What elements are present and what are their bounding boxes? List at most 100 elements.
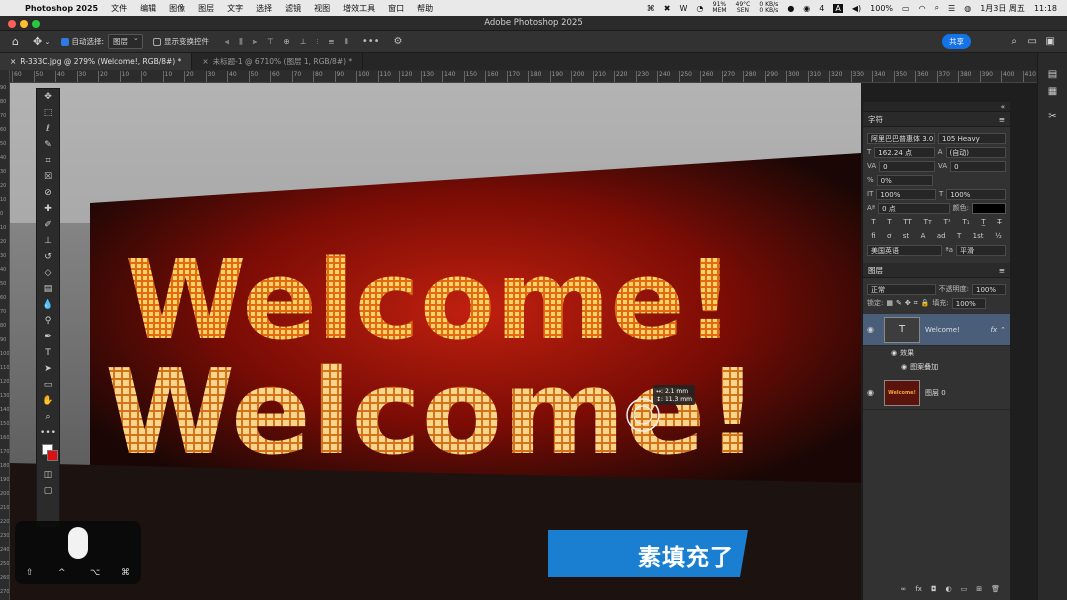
eraser-icon[interactable]: ◇ (37, 265, 59, 281)
frame-tool-icon[interactable]: ☒ (37, 169, 59, 185)
superscript-icon[interactable]: T¹ (944, 218, 951, 226)
path-select-icon[interactable]: ➤ (37, 361, 59, 377)
battery-icon[interactable]: ▭ (902, 4, 910, 13)
titling-icon[interactable]: ad (937, 232, 946, 240)
folder-icon[interactable]: ▭ (961, 585, 968, 593)
brush-tool-icon[interactable]: ✐ (37, 217, 59, 233)
faux-italic-icon[interactable]: T (887, 218, 891, 226)
share-button[interactable]: 共享 (942, 34, 971, 49)
close-icon[interactable]: × (10, 57, 16, 66)
home-icon[interactable]: ⌂ (12, 35, 19, 48)
adjustment-icon[interactable]: ◐ (946, 585, 952, 593)
layer-name[interactable]: 图层 0 (925, 388, 946, 398)
control-center-icon[interactable]: ☰ (948, 4, 955, 13)
layer-row-welcome[interactable]: ◉ T Welcome! fx ⌃ (863, 314, 1010, 346)
menu-file[interactable]: 文件 (111, 3, 127, 14)
tsume-field[interactable]: 0% (876, 174, 933, 186)
layer-row-background[interactable]: ◉ Welcome! 图层 0 (863, 376, 1010, 410)
subscript-icon[interactable]: T₁ (962, 218, 969, 226)
volume-icon[interactable]: ◀) (852, 4, 861, 13)
search-icon[interactable]: ⌕ (935, 3, 939, 13)
more-options-icon[interactable]: ••• (362, 36, 380, 47)
align-right-icon[interactable]: ⫸ (253, 37, 257, 47)
ligature-icon[interactable]: fi (871, 232, 875, 240)
distribute-icon[interactable]: ⫶ (316, 37, 318, 47)
character-panel-header[interactable]: 字符 ≡ (863, 112, 1010, 127)
adjustments-icon[interactable]: ✂ (1038, 111, 1067, 122)
rectangle-tool-icon[interactable]: ▭ (37, 377, 59, 393)
lock-artboard-icon[interactable]: ⌗ (914, 299, 918, 308)
workspace-icon[interactable]: ▭ (1028, 36, 1037, 47)
eye-icon[interactable]: ◉ (867, 325, 879, 334)
all-caps-icon[interactable]: TT (903, 218, 911, 226)
word-icon[interactable]: W (679, 4, 687, 13)
blend-mode-select[interactable]: 正常 (867, 283, 936, 295)
wifi-icon[interactable]: ◠ (919, 4, 926, 13)
clone-stamp-icon[interactable]: ⊥ (37, 233, 59, 249)
auto-select-dropdown[interactable]: 图层 (108, 33, 144, 49)
stylistic-icon[interactable]: st (903, 232, 909, 240)
panel-collapse[interactable]: « (863, 102, 1010, 112)
quick-mask-icon[interactable]: ◫ (37, 467, 59, 483)
faux-bold-icon[interactable]: T (871, 218, 875, 226)
wechat-icon[interactable]: ◉ (803, 4, 810, 13)
eye-icon[interactable]: ◉ (891, 349, 897, 357)
clock-icon[interactable]: ◔ (696, 4, 703, 13)
libraries-icon[interactable]: ▦ (1038, 86, 1067, 97)
horizontal-scale-field[interactable]: 100% (946, 188, 1006, 200)
align-vcenter-icon[interactable]: ⊕ (284, 37, 290, 46)
menu-window[interactable]: 窗口 (388, 3, 404, 14)
quick-select-icon[interactable]: ✎ (37, 137, 59, 153)
fill-field[interactable]: 100% (951, 297, 986, 309)
underline-icon[interactable]: T̲ (981, 218, 985, 226)
more-tools-icon[interactable]: ••• (37, 425, 59, 441)
opacity-field[interactable]: 100% (972, 283, 1006, 295)
new-layer-icon[interactable]: ⊞ (976, 585, 982, 593)
blur-tool-icon[interactable]: 💧 (37, 297, 59, 313)
tray-app-icon[interactable]: ⌘ (647, 4, 655, 13)
kerning-field[interactable]: 0 (879, 160, 935, 172)
crop-tool-icon[interactable]: ⌗ (37, 153, 59, 169)
show-transform-checkbox[interactable] (153, 37, 164, 46)
zoom-tool-icon[interactable]: ⌕ (37, 409, 59, 425)
strikethrough-icon[interactable]: T̶ (997, 218, 1001, 226)
fx-icon[interactable]: fx (915, 585, 922, 593)
input-method-icon[interactable]: A (833, 3, 843, 13)
lock-image-icon[interactable]: ✎ (896, 299, 902, 307)
hand-tool-icon[interactable]: ✋ (37, 393, 59, 409)
ordinal-icon[interactable]: T (957, 232, 961, 240)
close-icon[interactable]: × (202, 57, 208, 66)
healing-brush-icon[interactable]: ✚ (37, 201, 59, 217)
menu-help[interactable]: 帮助 (417, 3, 433, 14)
ruler-vertical[interactable]: 90 80 70 60 50 40 30 20 10 0 10 20 30 40 50 60 70 80 90 100… (0, 70, 10, 600)
font-weight-select[interactable]: 105 Heavy (938, 132, 1006, 144)
close-icon[interactable] (8, 20, 16, 28)
pattern-overlay-row[interactable]: ◉ 图案叠加 (863, 360, 1010, 374)
fx-badge[interactable]: fx (991, 326, 998, 334)
chevron-up-icon[interactable]: ⌃ (1000, 326, 1006, 334)
leading-field[interactable]: (自动) (945, 146, 1007, 158)
eye-icon[interactable]: ◉ (867, 388, 879, 397)
panel-menu-icon[interactable]: ≡ (999, 266, 1005, 275)
menu-plugins[interactable]: 增效工具 (343, 3, 375, 14)
search-icon[interactable]: ⌕ (1011, 36, 1017, 47)
app-name[interactable]: Photoshop 2025 (25, 4, 98, 13)
gradient-tool-icon[interactable]: ▤ (37, 281, 59, 297)
lasso-tool-icon[interactable]: ℓ (37, 121, 59, 137)
trash-icon[interactable]: 🗑 (991, 585, 1000, 593)
text-color-swatch[interactable] (972, 202, 1006, 214)
effects-row[interactable]: ◉ 效果 (863, 346, 1010, 360)
auto-select-checkbox[interactable] (60, 37, 72, 46)
layers-panel-header[interactable]: 图层 ≡ (863, 263, 1010, 278)
fraction-icon[interactable]: ½ (995, 232, 1002, 240)
font-size-field[interactable]: 162.24 点 (874, 146, 935, 158)
eyedropper-icon[interactable]: ⊘ (37, 185, 59, 201)
type-tool-icon[interactable]: T (37, 345, 59, 361)
ordinal2-icon[interactable]: 1st (973, 232, 984, 240)
zoom-icon[interactable] (32, 20, 40, 28)
panel-menu-icon[interactable]: ≡ (999, 115, 1005, 124)
tray-app-icon[interactable]: ✖ (664, 4, 671, 13)
font-family-select[interactable]: 阿里巴巴普惠体 3.0 (867, 132, 935, 144)
tab-untitled[interactable]: × 未标题-1 @ 6710% (图层 1, RGB/8#) * (192, 53, 364, 70)
align-bottom-icon[interactable]: ⊥ (300, 37, 307, 46)
